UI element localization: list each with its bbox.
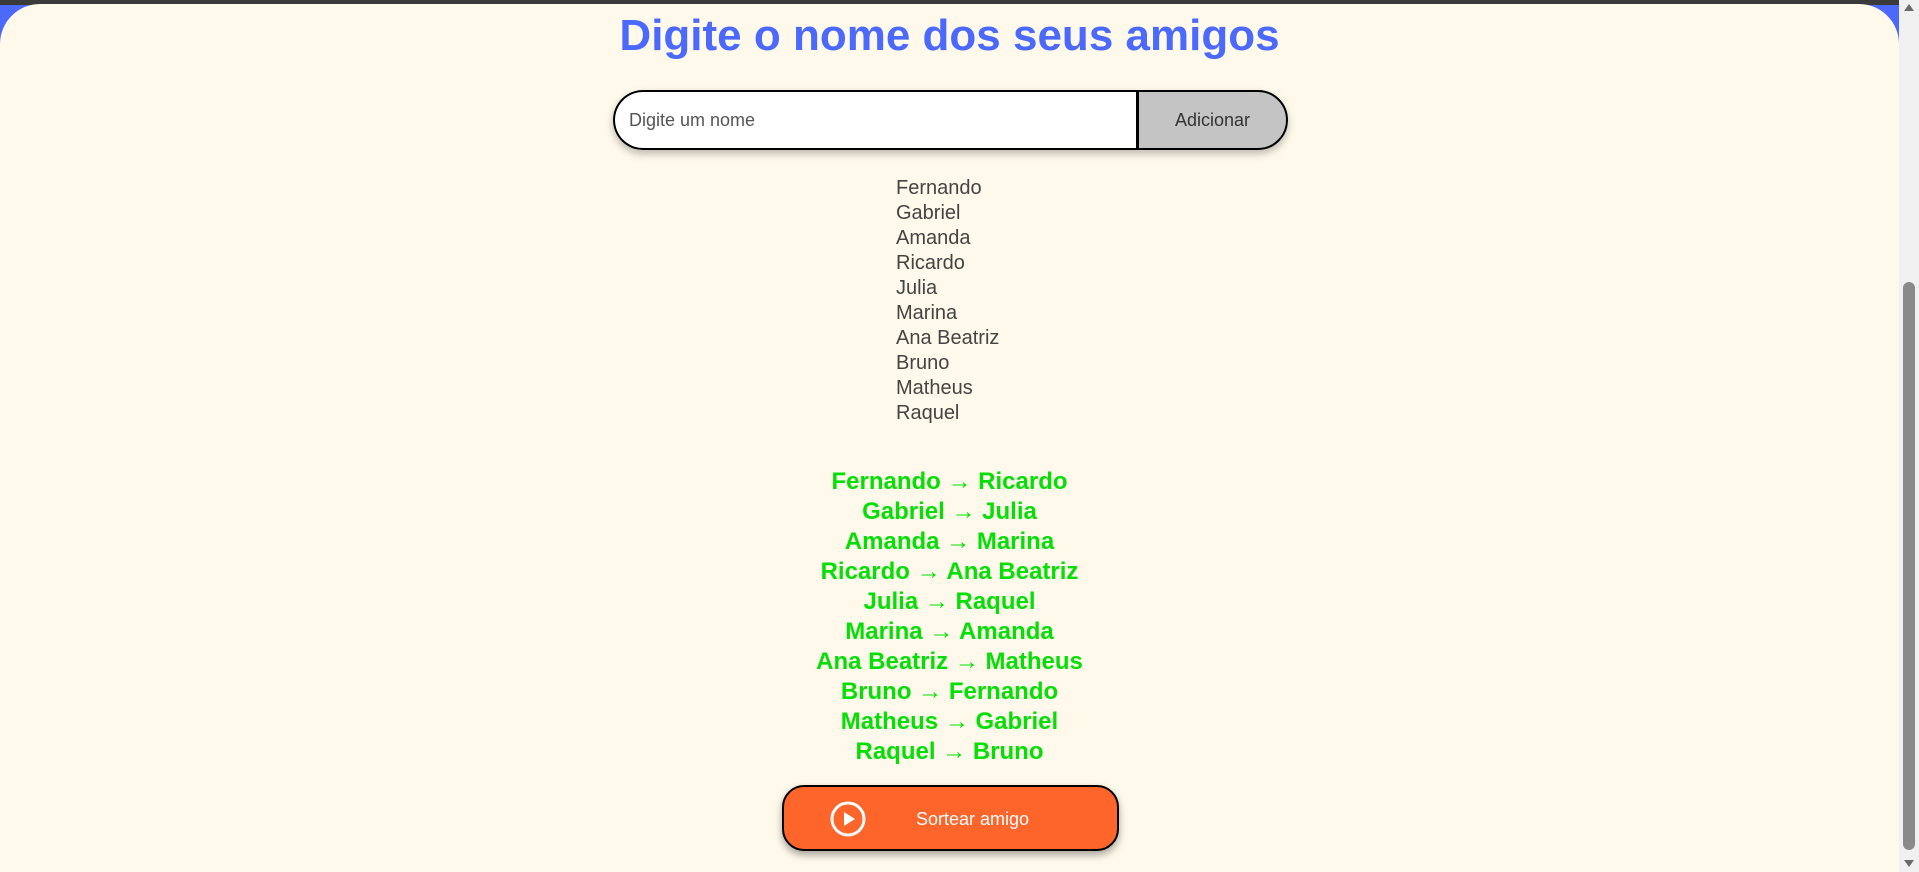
vertical-scrollbar[interactable] bbox=[1899, 0, 1919, 872]
friend-list-item: Ana Beatriz bbox=[896, 327, 1000, 349]
page-title: Digite o nome dos seus amigos bbox=[619, 11, 1280, 60]
draw-button-label: Sortear amigo bbox=[915, 809, 1030, 829]
friend-list-item: Marina bbox=[896, 302, 958, 324]
friend-list-item: Ricardo bbox=[896, 252, 965, 274]
result-item: Fernando → Ricardo bbox=[831, 468, 1068, 495]
friend-list-item: Bruno bbox=[896, 352, 950, 374]
scroll-thumb[interactable] bbox=[1903, 282, 1915, 850]
result-item: Ana Beatriz → Matheus bbox=[816, 648, 1083, 675]
friend-list-item: Matheus bbox=[896, 377, 973, 399]
result-item: Gabriel → Julia bbox=[862, 498, 1037, 525]
page-container: Digite o nome dos seus amigos Adicionar … bbox=[0, 4, 1899, 872]
scroll-down-arrow-icon[interactable] bbox=[1904, 860, 1914, 867]
friend-list-item: Julia bbox=[896, 277, 938, 299]
result-item: Julia → Raquel bbox=[863, 588, 1036, 615]
result-list: Fernando → Ricardo Gabriel → Julia Amand… bbox=[0, 467, 1899, 767]
draw-friend-button[interactable]: Sortear amigo bbox=[782, 785, 1119, 851]
add-friend-row: Adicionar bbox=[613, 90, 1288, 150]
scroll-up-arrow-icon[interactable] bbox=[1904, 4, 1914, 11]
add-button[interactable]: Adicionar bbox=[1137, 90, 1288, 150]
result-item: Raquel → Bruno bbox=[855, 738, 1044, 765]
result-item: Marina → Amanda bbox=[845, 618, 1054, 645]
friend-list-item: Fernando bbox=[896, 177, 982, 199]
friend-name-input[interactable] bbox=[613, 90, 1137, 150]
friend-list-item: Amanda bbox=[896, 227, 971, 249]
result-item: Ricardo → Ana Beatriz bbox=[820, 558, 1079, 585]
friend-list: Fernando Gabriel Amanda Ricardo Julia Ma… bbox=[896, 176, 999, 426]
result-item: Amanda → Marina bbox=[844, 528, 1055, 555]
friend-list-item: Gabriel bbox=[896, 202, 961, 224]
result-item: Bruno → Fernando bbox=[840, 678, 1059, 705]
friend-list-item: Raquel bbox=[896, 402, 960, 424]
result-item: Matheus → Gabriel bbox=[840, 708, 1059, 735]
